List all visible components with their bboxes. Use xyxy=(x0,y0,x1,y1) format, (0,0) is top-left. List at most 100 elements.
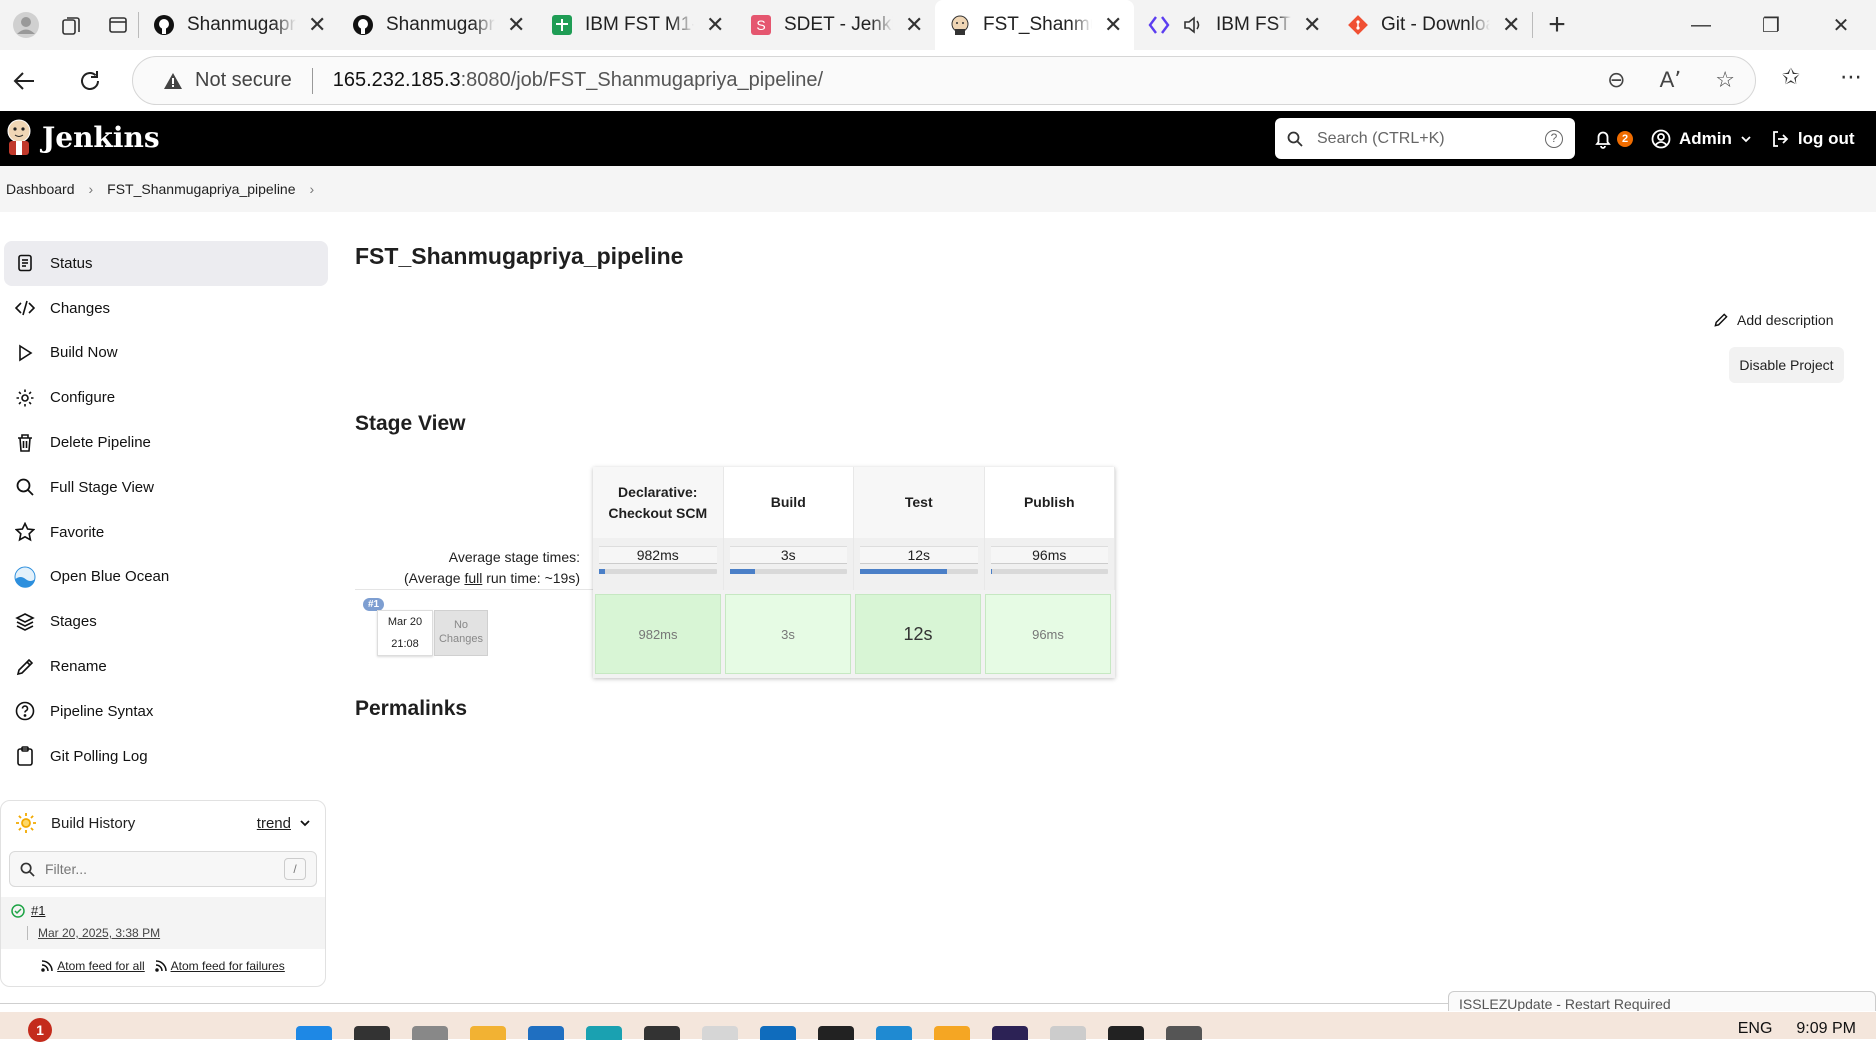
sidebar-item-rename[interactable]: Rename xyxy=(4,644,328,689)
sidebar-item-open-blue-ocean[interactable]: Open Blue Ocean xyxy=(4,555,328,600)
restore-icon[interactable]: ❐ xyxy=(1736,0,1806,50)
taskbar-alert-badge[interactable]: 1 xyxy=(28,1018,52,1042)
clock[interactable]: 9:09 PM xyxy=(1796,1020,1856,1038)
tab-github-1[interactable]: Shanmugapriy ✕ xyxy=(139,0,338,50)
slack-icon[interactable] xyxy=(702,1026,738,1040)
tab-ibm-fst[interactable]: IBM FST ✕ xyxy=(1134,0,1333,50)
build-date[interactable]: Mar 20, 2025, 3:38 PM xyxy=(27,926,315,940)
logout-link[interactable]: log out xyxy=(1770,129,1855,149)
search-field[interactable]: Search (CTRL+K) ? xyxy=(1275,118,1575,159)
url-field[interactable]: Not secure 165.232.185.3:8080/job/FST_Sh… xyxy=(132,56,1756,105)
tab-sheets[interactable]: IBM FST M1-P ✕ xyxy=(537,0,736,50)
file-icon[interactable] xyxy=(412,1026,448,1040)
sidebar-item-git-polling-log[interactable]: Git Polling Log xyxy=(4,734,328,779)
sidebar-item-label: Git Polling Log xyxy=(50,747,148,765)
app-icon[interactable] xyxy=(818,1026,854,1040)
speaker-icon[interactable] xyxy=(1182,14,1204,36)
user-menu[interactable]: Admin xyxy=(1651,129,1752,149)
jenkins-butler-icon xyxy=(7,119,31,155)
breadcrumb-dashboard[interactable]: Dashboard xyxy=(6,181,75,197)
minimize-icon[interactable]: — xyxy=(1666,0,1736,50)
terminal-icon[interactable] xyxy=(644,1026,680,1040)
reload-button[interactable] xyxy=(68,59,112,103)
chevron-right-icon[interactable]: › xyxy=(89,181,94,197)
edge-icon[interactable] xyxy=(586,1026,622,1040)
store-icon[interactable] xyxy=(528,1026,564,1040)
taskbar-apps xyxy=(296,1026,1202,1040)
tab-actions-icon[interactable] xyxy=(98,5,138,45)
tab-close-icon[interactable]: ✕ xyxy=(905,12,923,38)
build-filter-input[interactable]: Filter... / xyxy=(9,851,317,887)
chevron-right-icon[interactable]: › xyxy=(310,181,315,197)
stage-avg-cell: 3s xyxy=(724,538,854,590)
favorite-star-icon[interactable]: ☆ xyxy=(1715,67,1735,93)
more-menu-icon[interactable]: ⋯ xyxy=(1840,64,1862,90)
tab-sdet-jenkins[interactable]: S SDET - Jenkin ✕ xyxy=(736,0,935,50)
tab-git-download[interactable]: Git - Downloa ✕ xyxy=(1333,0,1532,50)
stage-result-cell[interactable]: 982ms xyxy=(595,594,721,674)
folder-icon[interactable] xyxy=(470,1026,506,1040)
sidebar-item-changes[interactable]: Changes xyxy=(4,286,328,331)
run-time: 21:08 xyxy=(391,638,419,650)
tab-github-2[interactable]: Shanmugapriy ✕ xyxy=(338,0,537,50)
jenkins-logo[interactable]: Jenkins xyxy=(4,117,160,157)
sidebar-item-full-stage-view[interactable]: Full Stage View xyxy=(4,465,328,510)
system-notification-toast[interactable]: ISSLEZUpdate - Restart Required xyxy=(1448,991,1876,1011)
stage-name-line2: Checkout SCM xyxy=(608,504,708,521)
notifications-button[interactable]: 2 xyxy=(1593,129,1633,149)
eclipse-icon[interactable] xyxy=(992,1026,1028,1040)
build-history-row[interactable]: #1 Mar 20, 2025, 3:38 PM xyxy=(1,897,325,949)
full-run-link[interactable]: full xyxy=(464,570,482,586)
notepad-icon[interactable] xyxy=(1050,1026,1086,1040)
atom-feed-all-link[interactable]: Atom feed for all xyxy=(41,959,145,973)
sidebar-item-label: Configure xyxy=(50,389,116,407)
url-actions: ⊖ A՚ ☆ xyxy=(1607,67,1735,93)
app-icon[interactable] xyxy=(934,1026,970,1040)
tab-close-icon[interactable]: ✕ xyxy=(706,12,724,38)
taskbar-search-icon[interactable] xyxy=(354,1026,390,1040)
favorites-icon[interactable]: ✩ xyxy=(1782,64,1800,90)
sidebar-item-pipeline-syntax[interactable]: Pipeline Syntax xyxy=(4,689,328,734)
build-link[interactable]: #1 xyxy=(11,903,315,918)
stage-view-avg-labels: Average stage times: (Average full run t… xyxy=(355,547,580,589)
language-indicator[interactable]: ENG xyxy=(1738,1020,1773,1038)
search-help-icon[interactable]: ? xyxy=(1545,129,1563,148)
avg-run-time-label: (Average full run time: ~19s) xyxy=(355,568,580,589)
sidebar-item-stages[interactable]: Stages xyxy=(4,599,328,644)
app-icon[interactable] xyxy=(1108,1026,1144,1040)
sidebar-item-status[interactable]: Status xyxy=(4,241,328,286)
stage-result-cell[interactable]: 3s xyxy=(725,594,851,674)
add-description-link[interactable]: Add description xyxy=(1713,312,1834,328)
zoom-out-icon[interactable]: ⊖ xyxy=(1607,67,1625,93)
disable-project-button[interactable]: Disable Project xyxy=(1729,347,1844,383)
stage-result-cell[interactable]: 12s xyxy=(855,594,981,674)
sidebar-item-favorite[interactable]: Favorite xyxy=(4,510,328,555)
run-changes-box[interactable]: No Changes xyxy=(434,610,488,656)
sidebar-item-delete-pipeline[interactable]: Delete Pipeline xyxy=(4,420,328,465)
tab-close-icon[interactable]: ✕ xyxy=(1104,12,1122,38)
outlook-icon[interactable] xyxy=(760,1026,796,1040)
tab-close-icon[interactable]: ✕ xyxy=(308,12,326,38)
tab-close-icon[interactable]: ✕ xyxy=(1502,12,1520,38)
start-icon[interactable] xyxy=(296,1026,332,1040)
not-secure-indicator[interactable]: Not secure xyxy=(163,69,292,92)
read-aloud-icon[interactable]: A՚ xyxy=(1660,67,1682,93)
vscode-icon[interactable] xyxy=(876,1026,912,1040)
trend-dropdown[interactable]: trend xyxy=(257,815,311,832)
close-window-icon[interactable]: ✕ xyxy=(1806,0,1876,50)
back-button[interactable] xyxy=(2,59,46,103)
app-icon[interactable] xyxy=(1166,1026,1202,1040)
tab-close-icon[interactable]: ✕ xyxy=(507,12,525,38)
code-icon xyxy=(1148,16,1170,34)
sidebar-item-configure[interactable]: Configure xyxy=(4,375,328,420)
profile-icon[interactable] xyxy=(6,5,46,45)
breadcrumb-job[interactable]: FST_Shanmugapriya_pipeline xyxy=(107,181,295,197)
workspaces-icon[interactable] xyxy=(52,5,92,45)
tab-active-jenkins[interactable]: FST_Shanmuga ✕ xyxy=(935,0,1134,50)
new-tab-button[interactable]: + xyxy=(1533,1,1581,49)
atom-feed-failures-link[interactable]: Atom feed for failures xyxy=(154,959,285,973)
tab-close-icon[interactable]: ✕ xyxy=(1303,12,1321,38)
sidebar-item-build-now[interactable]: Build Now xyxy=(4,331,328,376)
search-icon xyxy=(20,862,35,877)
stage-result-cell[interactable]: 96ms xyxy=(985,594,1111,674)
